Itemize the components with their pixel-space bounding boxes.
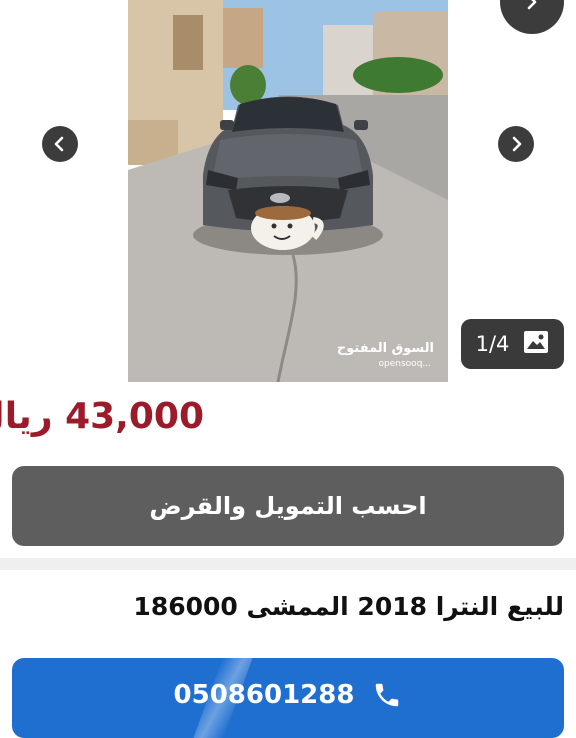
chevron-right-icon (507, 135, 525, 153)
top-chevron-button[interactable] (500, 0, 564, 34)
listing-photo[interactable]: السوق المفتوح opensooq... (128, 0, 448, 382)
listing-price: 43,000 ريال (0, 396, 204, 437)
previous-image-button[interactable] (42, 126, 78, 162)
listing-title: للبيع النترا 2018 الممشى 186000 (133, 592, 564, 621)
car-photo-illustration: السوق المفتوح opensooq... (128, 0, 448, 382)
image-icon (523, 330, 549, 359)
image-counter-badge[interactable]: 1/4 (461, 319, 564, 369)
chevron-right-icon (522, 0, 542, 12)
phone-icon (372, 680, 402, 717)
chevron-left-icon (51, 135, 69, 153)
watermark-english: opensooq... (379, 359, 431, 369)
image-counter-text: 1/4 (475, 332, 510, 356)
phone-number: 0508601288 (173, 680, 355, 710)
calculate-financing-button[interactable]: احسب التمويل والقرض (12, 466, 564, 546)
watermark-arabic: السوق المفتوح (337, 341, 434, 356)
call-seller-button[interactable]: 0508601288 (12, 658, 564, 738)
image-gallery[interactable]: السوق المفتوح opensooq... 1/4 (0, 0, 576, 385)
next-image-button[interactable] (498, 126, 534, 162)
section-divider (0, 558, 576, 570)
